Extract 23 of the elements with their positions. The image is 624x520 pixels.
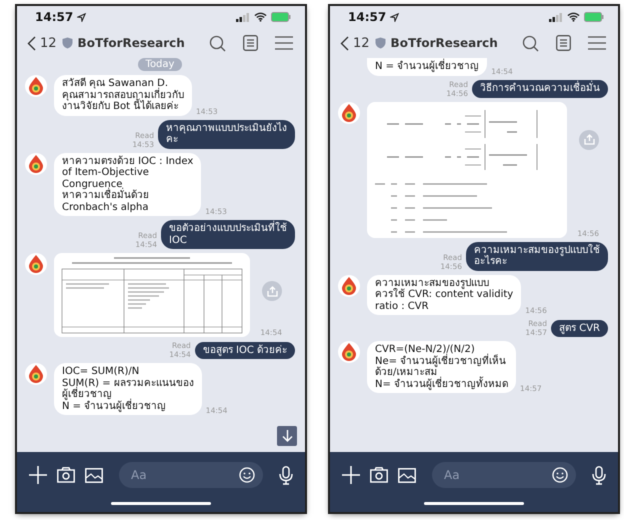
message-bubble: ความเหมาะสมของรูปแบบ ควรใช้ CVR: content validity ratio : CVR <box>367 274 522 315</box>
message-input-field[interactable]: Aa <box>432 462 576 488</box>
unread-count: 12 <box>40 36 57 50</box>
message-bubble: หาคุณภาพแบบประเมินยังไง คะ <box>158 120 295 148</box>
message-bubble: CVR=(Ne-N/2)/(N/2) Ne= จำนวนผู้เชี่ยวชาญที่เห็น ด้วย/เหมาะสม N= จำนวนผู้เชี่ยวชาญทั้งหมด <box>367 341 516 393</box>
date-chip: Today <box>138 58 182 71</box>
back-button[interactable]: 12 <box>27 36 57 50</box>
status-time: 14:57 <box>35 10 74 24</box>
message-bubble: IOC= SUM(R)/N SUM(R) = ผลรวมคะแนนของ ผู้เชี่ยวชาญ N = จำนวนผู้เชี่ยวชาญ <box>54 363 202 415</box>
unread-count: 12 <box>353 36 370 50</box>
back-button[interactable]: 12 <box>340 36 370 50</box>
chat-title: BoTforResearch <box>78 36 185 50</box>
message-bubble: สวัสดี คุณ Sawanan D. คุณสามารถสอบถามเกี่ยวกับ งานวิจัยกับ Bot นี้ได้เลยค่ะ <box>54 75 192 116</box>
message-bubble: ความเหมาะสมของรูปแบบใช้ อะไรคะ <box>466 242 608 270</box>
message-bubble: N = จำนวนผู้เชี่ยวชาญ <box>367 58 488 76</box>
message-bubble: ขอตัวอย่างแบบประเมินที่ใช้ IOC <box>161 220 295 249</box>
message-bubble: ขอสูตร IOC ด้วยค่ะ <box>194 342 295 359</box>
message-bubble: วิธีการคำนวณความเชื่อมั่น <box>472 80 608 98</box>
message-bubble: สูตร CVR <box>551 320 608 337</box>
chat-title: BoTforResearch <box>390 36 498 50</box>
message-bubble: หาความตรงด้วย IOC : Index of Item-Objective Congruence หาความเชื่อมั่นด้วย Cronbach's alpha <box>54 152 202 216</box>
status-time: 14:57 <box>348 10 386 24</box>
message-input-field[interactable]: Aa <box>119 462 263 488</box>
